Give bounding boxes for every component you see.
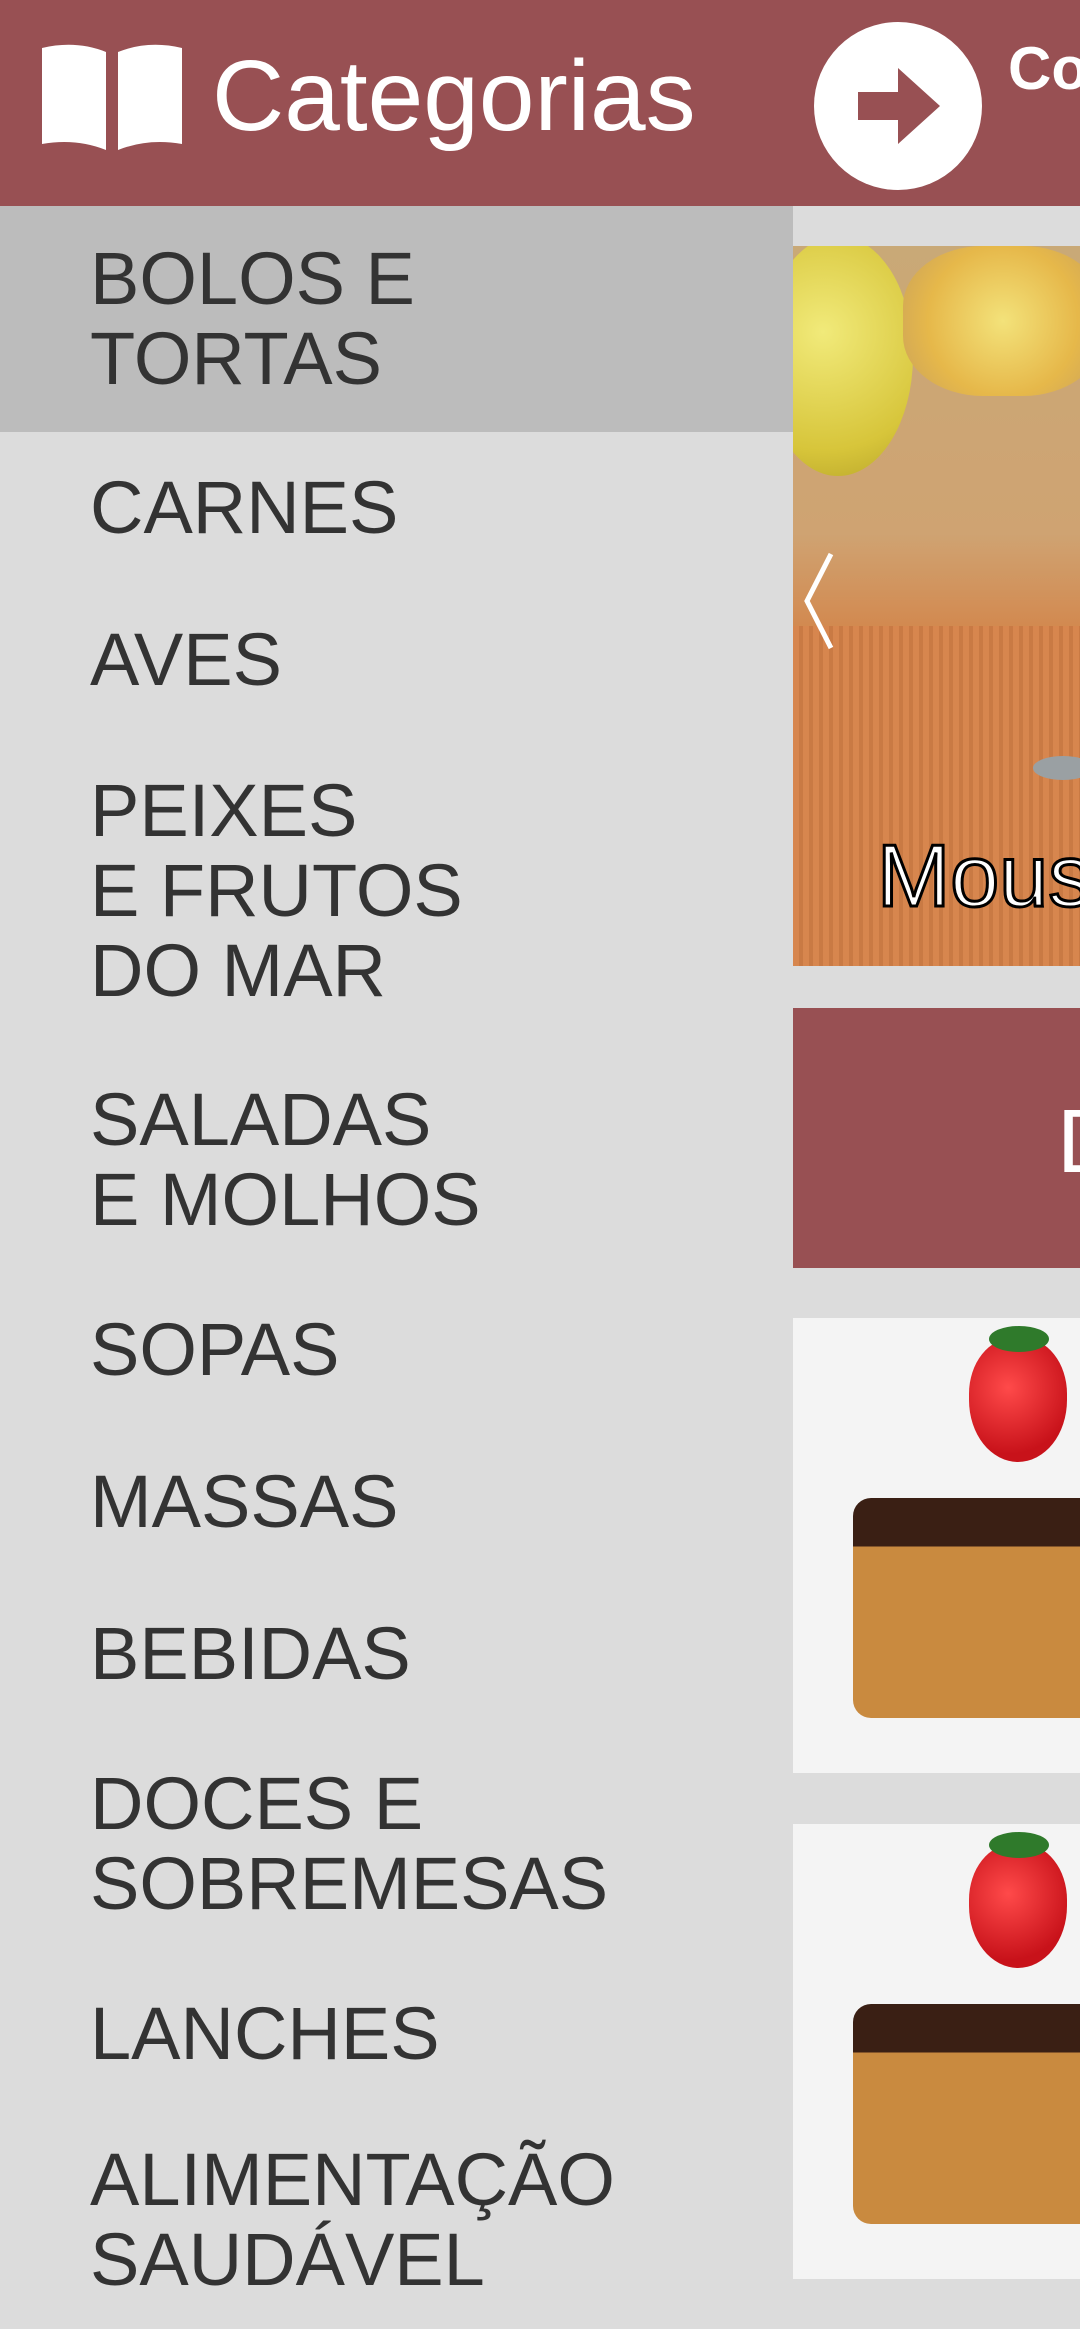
category-label: AVES bbox=[90, 618, 282, 701]
arrow-right-icon bbox=[858, 68, 940, 144]
recipe-card[interactable] bbox=[793, 1318, 1080, 1773]
category-item-lanches[interactable]: LANCHES bbox=[0, 1958, 793, 2110]
slide-image bbox=[793, 246, 913, 476]
category-label: PEIXES E FRUTOS DO MAR bbox=[90, 769, 463, 1012]
category-item-doces-e-sobremesas[interactable]: DOCES E SOBREMESAS bbox=[0, 1730, 793, 1958]
category-label: SALADAS E MOLHOS bbox=[90, 1078, 481, 1241]
app-header: Categorias Co bbox=[0, 0, 1080, 206]
header-title: Categorias bbox=[212, 40, 696, 152]
category-label: BOLOS E TORTAS bbox=[90, 237, 415, 400]
category-item-massas[interactable]: MASSAS bbox=[0, 1426, 793, 1578]
recipe-thumbnail-leaf bbox=[989, 1326, 1049, 1352]
featured-slider[interactable]: Mous bbox=[793, 246, 1080, 966]
next-button[interactable] bbox=[814, 22, 982, 190]
section-banner-title: D bbox=[1057, 1092, 1080, 1192]
category-label: CARNES bbox=[90, 466, 399, 549]
category-label: DOCES E SOBREMESAS bbox=[90, 1762, 609, 1925]
recipe-card[interactable] bbox=[793, 1824, 1080, 2279]
slide-image-fruit bbox=[903, 246, 1080, 396]
slide-caption: Mous bbox=[875, 825, 1080, 927]
main-content: Mous D bbox=[793, 206, 1080, 2329]
header-next-label[interactable]: Co bbox=[1008, 34, 1080, 104]
category-label: SOPAS bbox=[90, 1308, 340, 1391]
category-item-alimentacao-saudavel[interactable]: ALIMENTAÇÃO SAUDÁVEL bbox=[0, 2110, 793, 2329]
chevron-left-icon bbox=[804, 552, 834, 650]
category-item-peixes-e-frutos-do-mar[interactable]: PEIXES E FRUTOS DO MAR bbox=[0, 736, 793, 1046]
category-item-saladas-e-molhos[interactable]: SALADAS E MOLHOS bbox=[0, 1046, 793, 1274]
category-sidebar: BOLOS E TORTAS CARNES AVES PEIXES E FRUT… bbox=[0, 206, 793, 2329]
recipe-thumbnail-berry bbox=[969, 1844, 1067, 1968]
category-label: ALIMENTAÇÃO SAUDÁVEL bbox=[90, 2137, 615, 2301]
category-item-bebidas[interactable]: BEBIDAS bbox=[0, 1578, 793, 1730]
category-label: LANCHES bbox=[90, 1992, 440, 2075]
category-item-sopas[interactable]: SOPAS bbox=[0, 1274, 793, 1426]
slider-prev-button[interactable] bbox=[801, 546, 837, 656]
category-item-aves[interactable]: AVES bbox=[0, 584, 793, 736]
recipe-thumbnail bbox=[853, 1498, 1080, 1718]
category-label: BEBIDAS bbox=[90, 1612, 411, 1695]
recipe-thumbnail-leaf bbox=[989, 1832, 1049, 1858]
recipe-thumbnail bbox=[853, 2004, 1080, 2224]
category-item-carnes[interactable]: CARNES bbox=[0, 432, 793, 584]
section-banner: D bbox=[793, 1008, 1080, 1268]
open-book-icon bbox=[42, 44, 182, 150]
category-label: MASSAS bbox=[90, 1460, 399, 1543]
category-item-bolos-e-tortas[interactable]: BOLOS E TORTAS bbox=[0, 206, 793, 432]
recipe-thumbnail-berry bbox=[969, 1338, 1067, 1462]
